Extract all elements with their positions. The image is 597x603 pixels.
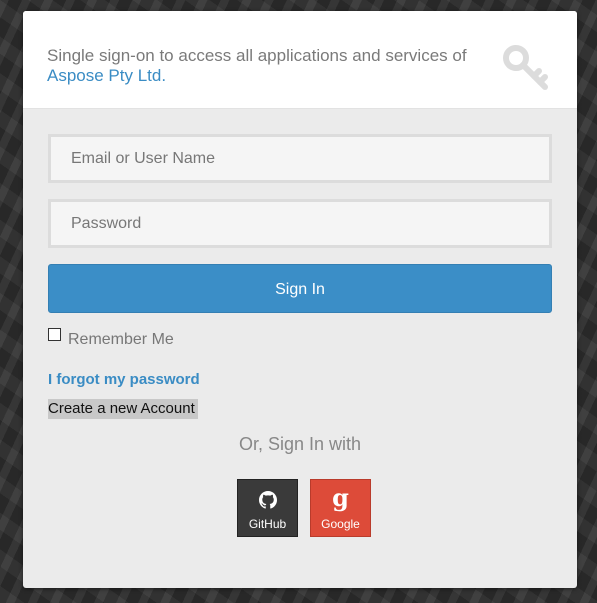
- intro-prefix: Single sign-on to access all application…: [47, 46, 467, 65]
- org-name: Aspose Pty Ltd: [47, 66, 162, 85]
- google-label: Google: [321, 517, 360, 531]
- card-header: Single sign-on to access all application…: [23, 11, 577, 109]
- key-icon: [503, 45, 548, 90]
- create-account-link[interactable]: Create a new Account: [48, 399, 198, 419]
- intro-text: Single sign-on to access all application…: [47, 46, 467, 86]
- social-heading: Or, Sign In with: [238, 434, 362, 454]
- google-signin-button[interactable]: g Google: [310, 479, 371, 537]
- github-icon: [259, 491, 277, 509]
- github-label: GitHub: [248, 517, 287, 531]
- forgot-password-link[interactable]: I forgot my password: [48, 371, 200, 388]
- remember-me-checkbox[interactable]: [48, 328, 61, 341]
- password-field[interactable]: [48, 199, 552, 248]
- intro-suffix: .: [161, 66, 167, 85]
- sign-in-button[interactable]: Sign In: [48, 264, 552, 313]
- google-icon: g: [332, 483, 349, 512]
- github-signin-button[interactable]: GitHub: [237, 479, 298, 537]
- email-field[interactable]: [48, 134, 552, 183]
- login-card: Single sign-on to access all application…: [23, 11, 577, 588]
- remember-me-label[interactable]: Remember Me: [68, 331, 174, 349]
